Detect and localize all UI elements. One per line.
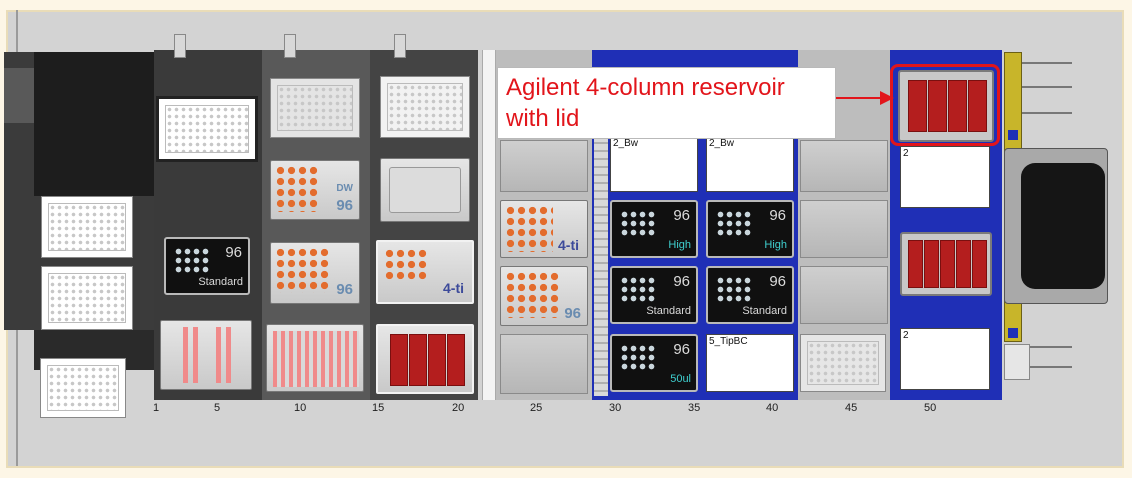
deepwell-label: DW [336, 183, 353, 194]
highlight-ring [890, 64, 1000, 146]
tip-rack-dots [620, 210, 656, 238]
rail-rod-2 [1022, 86, 1072, 88]
tip-rack-dots [174, 247, 210, 275]
plate-96-track-25[interactable]: 96 [500, 266, 588, 326]
tip-rack-type: Standard [742, 305, 787, 317]
slot-track-25-b[interactable] [500, 334, 588, 394]
tip-rack-type: 50ul [670, 373, 691, 385]
reservoir-track-16[interactable] [376, 324, 474, 394]
left-plate-3[interactable] [40, 358, 126, 418]
reservoir-trough-2[interactable] [266, 324, 364, 392]
tip-rack-type: High [764, 239, 787, 251]
carrier-clip-1 [174, 34, 186, 58]
track-label: 1 [153, 402, 160, 414]
tip-rack-type: High [668, 239, 691, 251]
lid-track-16[interactable] [380, 76, 470, 138]
deepwell-plate[interactable]: DW 96 [270, 160, 360, 220]
track-label: 50 [924, 402, 937, 414]
left-carrier-edge [4, 68, 34, 123]
track-label: 5 [214, 402, 221, 414]
left-plate-1[interactable] [41, 196, 133, 258]
tip-rack-high-1[interactable]: 96 High [610, 200, 698, 258]
tip-rack-dots [620, 276, 656, 304]
plate-96-label: 96 [336, 281, 353, 298]
label-box-3[interactable]: 5_TipBC [706, 334, 794, 392]
track-label: 35 [688, 402, 701, 414]
left-carrier-dark [34, 52, 154, 196]
rail-rod-1 [1022, 62, 1072, 64]
ti-plate-track-16[interactable]: 4-ti [376, 240, 474, 304]
tip-rack-dots [620, 344, 656, 372]
ti-plate-track-25[interactable]: 4-ti [500, 200, 588, 258]
plate-track-5[interactable] [156, 96, 258, 162]
callout-line-1: Agilent 4-column reservoir [506, 74, 785, 101]
rail-marker-1 [1008, 130, 1018, 140]
yellow-rail-top [1004, 52, 1022, 158]
rail-rod-5 [1030, 366, 1072, 368]
deepwell-count: 96 [336, 197, 353, 214]
track-label: 25 [530, 402, 543, 414]
reservoir-trough-1[interactable] [160, 320, 252, 390]
tip-rack-count: 96 [673, 273, 690, 290]
track-label: 30 [609, 402, 622, 414]
label-box-2[interactable]: 2_Bw [706, 136, 794, 192]
track-label: 45 [845, 402, 858, 414]
plate-96-label-b: 96 [564, 305, 581, 322]
divider-white [482, 50, 496, 400]
rail-rod-3 [1022, 112, 1072, 114]
slot-track-45-a[interactable] [800, 140, 888, 192]
agilent-reservoir-2[interactable] [900, 232, 992, 296]
tip-rack-dots [716, 210, 752, 238]
label-box-5[interactable]: 2 [900, 328, 990, 390]
deck-layout: 96 Standard DW 96 96 4-ti 4-ti 96 2_Bw 2… [0, 0, 1132, 478]
label-box-1[interactable]: 2_Bw [610, 136, 698, 192]
plate-96-track-10[interactable]: 96 [270, 242, 360, 304]
ti-label-1: 4-ti [443, 280, 464, 296]
tip-rack-dots [716, 276, 752, 304]
carrier-clip-3 [394, 34, 406, 58]
annotation-callout: Agilent 4-column reservoir with lid [497, 67, 836, 139]
ti-label-2: 4-ti [558, 237, 579, 253]
tip-rack-count: 96 [769, 273, 786, 290]
tip-rack-type: Standard [198, 276, 243, 288]
rail-rod-4 [1030, 346, 1072, 348]
track-label: 20 [452, 402, 465, 414]
tip-rack-standard-1[interactable]: 96 Standard [164, 237, 250, 295]
plate-track-10-top[interactable] [270, 78, 360, 138]
tip-rack-high-2[interactable]: 96 High [706, 200, 794, 258]
label-box-4[interactable]: 2 [900, 146, 990, 208]
waste-connector[interactable] [1004, 344, 1030, 380]
track-label: 10 [294, 402, 307, 414]
slot-track-45-b[interactable] [800, 200, 888, 258]
plate-track-45[interactable] [800, 334, 886, 392]
tip-rack-count: 96 [225, 244, 242, 261]
tip-rack-count: 96 [673, 341, 690, 358]
tip-rack-count: 96 [673, 207, 690, 224]
rail-marker-2 [1008, 328, 1018, 338]
barcode-strip [594, 120, 608, 396]
tip-rack-50ul[interactable]: 96 50ul [610, 334, 698, 392]
carrier-clip-2 [284, 34, 296, 58]
wash-station[interactable] [1004, 148, 1108, 304]
callout-line-2: with lid [506, 105, 580, 132]
tip-rack-standard-2[interactable]: 96 Standard [610, 266, 698, 324]
slot-track-25-a[interactable] [500, 140, 588, 192]
tip-rack-standard-3[interactable]: 96 Standard [706, 266, 794, 324]
tip-rack-count: 96 [769, 207, 786, 224]
tip-rack-type: Standard [646, 305, 691, 317]
empty-plate-track-16[interactable] [380, 158, 470, 222]
callout-arrow [836, 91, 894, 105]
left-plate-2[interactable] [41, 266, 133, 330]
track-label: 15 [372, 402, 385, 414]
track-label: 40 [766, 402, 779, 414]
slot-track-45-c[interactable] [800, 266, 888, 324]
